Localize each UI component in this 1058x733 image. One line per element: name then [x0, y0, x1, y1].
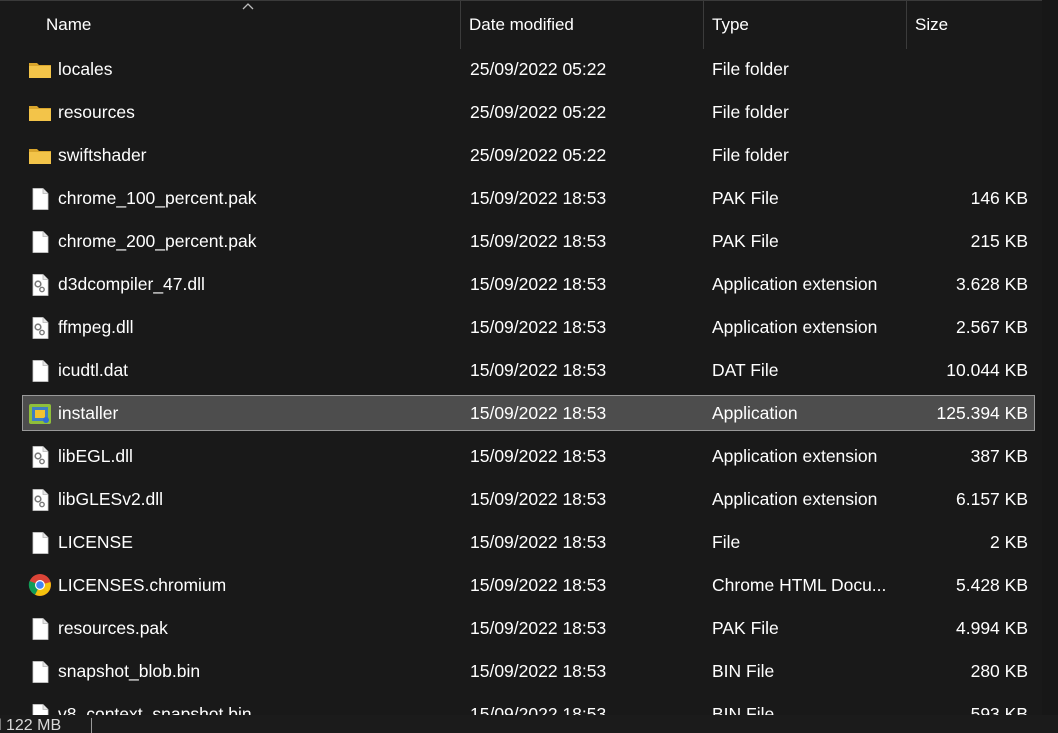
file-type: PAK File [712, 188, 779, 208]
dll-icon [28, 446, 52, 468]
folder-icon [28, 102, 52, 124]
folder-icon [28, 145, 52, 167]
file-date-modified: 15/09/2022 18:53 [470, 575, 607, 595]
file-type: DAT File [712, 360, 779, 380]
file-name: libEGL.dll [58, 446, 133, 466]
file-date-modified: 15/09/2022 18:53 [470, 274, 607, 294]
file-name: resources [58, 102, 135, 122]
file-type: File folder [712, 145, 789, 165]
file-row[interactable]: swiftshader 25/09/2022 05:22 File folder [22, 137, 1035, 173]
dll-icon [28, 489, 52, 511]
file-size: 5.428 KB [956, 575, 1028, 595]
file-type: Application extension [712, 446, 878, 466]
file-date-modified: 15/09/2022 18:53 [470, 618, 607, 638]
file-type: Application extension [712, 274, 878, 294]
file-size: 3.628 KB [956, 274, 1028, 294]
file-type: Application [712, 403, 798, 423]
file-name: locales [58, 59, 113, 79]
file-icon [28, 188, 52, 210]
file-row[interactable]: ffmpeg.dll 15/09/2022 18:53 Application ex… [22, 309, 1035, 345]
file-date-modified: 25/09/2022 05:22 [470, 59, 607, 79]
file-size: 10.044 KB [946, 360, 1028, 380]
file-row[interactable]: locales 25/09/2022 05:22 File folder [22, 51, 1035, 87]
file-name: ffmpeg.dll [58, 317, 134, 337]
file-icon [28, 360, 52, 382]
file-type: Application extension [712, 489, 878, 509]
file-size: 4.994 KB [956, 618, 1028, 638]
file-row[interactable]: icudtl.dat 15/09/2022 18:53 DAT File 10.044… [22, 352, 1035, 388]
file-name: chrome_200_percent.pak [58, 231, 257, 251]
vertical-scrollbar[interactable] [1042, 0, 1058, 715]
file-size: 6.157 KB [956, 489, 1028, 509]
file-type: Application extension [712, 317, 878, 337]
file-name: d3dcompiler_47.dll [58, 274, 205, 294]
file-type: File folder [712, 102, 789, 122]
file-name: LICENSE [58, 532, 133, 552]
file-name: chrome_100_percent.pak [58, 188, 257, 208]
file-date-modified: 15/09/2022 18:53 [470, 489, 607, 509]
file-date-modified: 15/09/2022 18:53 [470, 360, 607, 380]
installer-icon [28, 403, 52, 425]
file-size: 280 KB [970, 661, 1028, 681]
file-row[interactable]: libGLESv2.dll 15/09/2022 18:53 Application… [22, 481, 1035, 517]
file-type: PAK File [712, 618, 779, 638]
file-row[interactable]: libEGL.dll 15/09/2022 18:53 Application ex… [22, 438, 1035, 474]
file-date-modified: 15/09/2022 18:53 [470, 188, 607, 208]
column-header-size[interactable]: Size [907, 1, 1042, 49]
column-header-name[interactable]: Name [38, 1, 460, 49]
file-name: installer [58, 403, 119, 423]
file-icon [28, 532, 52, 554]
file-date-modified: 15/09/2022 18:53 [470, 231, 607, 251]
file-name: resources.pak [58, 618, 168, 638]
file-date-modified: 15/09/2022 18:53 [470, 532, 607, 552]
dll-icon [28, 274, 52, 296]
file-explorer-window: Name Date modified Type Size locales 25/0… [0, 0, 1058, 733]
file-name: libGLESv2.dll [58, 489, 164, 509]
column-header-type[interactable]: Type [704, 1, 906, 49]
file-date-modified: 15/09/2022 18:53 [470, 317, 607, 337]
file-size: 215 KB [970, 231, 1028, 251]
file-name: LICENSES.chromium [58, 575, 227, 595]
file-row[interactable]: d3dcompiler_47.dll 15/09/2022 18:53 Applic… [22, 266, 1035, 302]
file-name: snapshot_blob.bin [58, 661, 201, 681]
file-date-modified: 15/09/2022 18:53 [470, 403, 607, 423]
file-row[interactable]: LICENSE 15/09/2022 18:53 File 2 KB [22, 524, 1035, 560]
status-divider [91, 718, 92, 733]
column-header-date-modified[interactable]: Date modified [461, 1, 703, 49]
file-row[interactable]: chrome_200_percent.pak 15/09/2022 18:53 PA… [22, 223, 1035, 259]
status-selection-size: l 122 MB [0, 717, 62, 733]
file-row[interactable]: snapshot_blob.bin 15/09/2022 18:53 BIN Fil… [22, 653, 1035, 689]
folder-icon [28, 59, 52, 81]
file-row[interactable]: resources.pak 15/09/2022 18:53 PAK File 4.9… [22, 610, 1035, 646]
file-name: icudtl.dat [58, 360, 129, 380]
file-row[interactable]: installer 15/09/2022 18:53 Application 125.… [22, 395, 1035, 431]
file-date-modified: 25/09/2022 05:22 [470, 145, 607, 165]
file-size: 2.567 KB [956, 317, 1028, 337]
chrome-icon [28, 573, 52, 596]
file-date-modified: 25/09/2022 05:22 [470, 102, 607, 122]
file-type: BIN File [712, 661, 775, 681]
file-icon [28, 618, 52, 640]
file-row[interactable]: chrome_100_percent.pak 15/09/2022 18:53 PA… [22, 180, 1035, 216]
file-type: Chrome HTML Docu... [712, 575, 887, 595]
file-size: 146 KB [970, 188, 1028, 208]
file-name: swiftshader [58, 145, 147, 165]
file-size: 2 KB [990, 532, 1028, 552]
file-type: PAK File [712, 231, 779, 251]
dll-icon [28, 317, 52, 339]
file-row[interactable]: LICENSES.chromium 15/09/2022 18:53 Chrome … [22, 567, 1035, 603]
file-row[interactable]: resources 25/09/2022 05:22 File folder [22, 94, 1035, 130]
file-date-modified: 15/09/2022 18:53 [470, 661, 607, 681]
column-header-bar: Name Date modified Type Size [0, 0, 1042, 49]
file-icon [28, 231, 52, 253]
file-date-modified: 15/09/2022 18:53 [470, 446, 607, 466]
file-icon [28, 661, 52, 683]
file-size: 387 KB [970, 446, 1028, 466]
file-type: File [712, 532, 741, 552]
file-size: 125.394 KB [936, 403, 1028, 423]
file-type: File folder [712, 59, 789, 79]
status-bar: l 122 MB [0, 715, 1058, 733]
